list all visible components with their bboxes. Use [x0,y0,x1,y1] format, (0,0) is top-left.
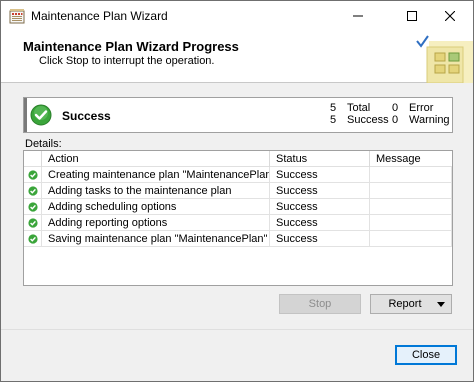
success-check-icon [28,234,38,244]
row-action: Adding tasks to the maintenance plan [42,183,270,199]
column-header-message[interactable]: Message [370,151,452,167]
warning-label: Warning [409,114,450,126]
row-action: Saving maintenance plan "MaintenancePlan… [42,231,270,247]
success-check-icon [28,202,38,212]
table-row[interactable]: Creating maintenance plan "MaintenancePl… [24,167,452,183]
close-window-button[interactable] [427,1,473,31]
row-status-icon-cell [24,199,42,215]
warning-count: 0 [392,114,399,126]
minimize-icon [353,15,363,17]
row-status-icon-cell [24,167,42,183]
column-header-action[interactable]: Action [42,151,270,167]
stop-button-label: Stop [308,298,332,310]
page-title: Maintenance Plan Wizard Progress [23,39,239,54]
row-action: Creating maintenance plan "MaintenancePl… [42,167,270,183]
error-count: 0 [392,102,399,114]
page-subtitle: Click Stop to interrupt the operation. [39,55,215,67]
success-check-icon [28,186,38,196]
app-icon [9,9,25,24]
table-header: Action Status Message [24,151,452,167]
row-status: Success [270,231,370,247]
table-row[interactable]: Adding scheduling options Success [24,199,452,215]
table-row[interactable]: Saving maintenance plan "MaintenancePlan… [24,231,452,247]
success-count: 5 [330,114,337,126]
wizard-header: Maintenance Plan Wizard Progress Click S… [1,31,473,83]
footer-divider [1,329,473,330]
summary-accent-bar [24,98,27,132]
total-label: Total [347,102,371,114]
success-check-icon [28,170,38,180]
success-icon [30,104,52,126]
table-row[interactable]: Adding reporting options Success [24,215,452,231]
details-table[interactable]: Action Status Message Creating maintenan… [23,150,453,286]
title-bar[interactable]: Maintenance Plan Wizard [1,1,473,31]
table-row[interactable]: Adding tasks to the maintenance plan Suc… [24,183,452,199]
close-button-label: Close [411,349,441,361]
total-count: 5 [330,102,337,114]
row-message[interactable] [370,215,452,231]
wizard-banner-icon [416,35,473,83]
minimize-button[interactable] [335,1,381,31]
success-label: Success [347,114,389,126]
row-status-icon-cell [24,215,42,231]
details-label: Details: [25,138,62,150]
row-message[interactable] [370,199,452,215]
close-button[interactable]: Close [395,345,457,365]
row-status-icon-cell [24,231,42,247]
success-check-icon [28,218,38,228]
maximize-icon [407,11,417,21]
wizard-window: Maintenance Plan Wizard Maintenance Plan… [0,0,474,382]
close-icon [445,11,455,21]
row-message[interactable] [370,231,452,247]
row-status-icon-cell [24,183,42,199]
row-status: Success [270,215,370,231]
row-action: Adding scheduling options [42,199,270,215]
row-status: Success [270,199,370,215]
icon-column-header[interactable] [24,151,42,167]
error-label: Error [409,102,434,114]
row-status: Success [270,167,370,183]
row-action: Adding reporting options [42,215,270,231]
window-title: Maintenance Plan Wizard [31,9,168,23]
report-dropdown-button[interactable]: Report [370,294,452,314]
overall-status: Success [62,109,111,123]
row-message[interactable] [370,183,452,199]
summary-panel: Success 5 Total 5 Success 0 Error 0 Warn… [23,97,453,133]
stop-button[interactable]: Stop [279,294,361,314]
row-message[interactable] [370,167,452,183]
column-header-status[interactable]: Status [270,151,370,167]
dropdown-arrow-icon [437,302,445,307]
row-status: Success [270,183,370,199]
report-button-label: Report [388,298,422,310]
